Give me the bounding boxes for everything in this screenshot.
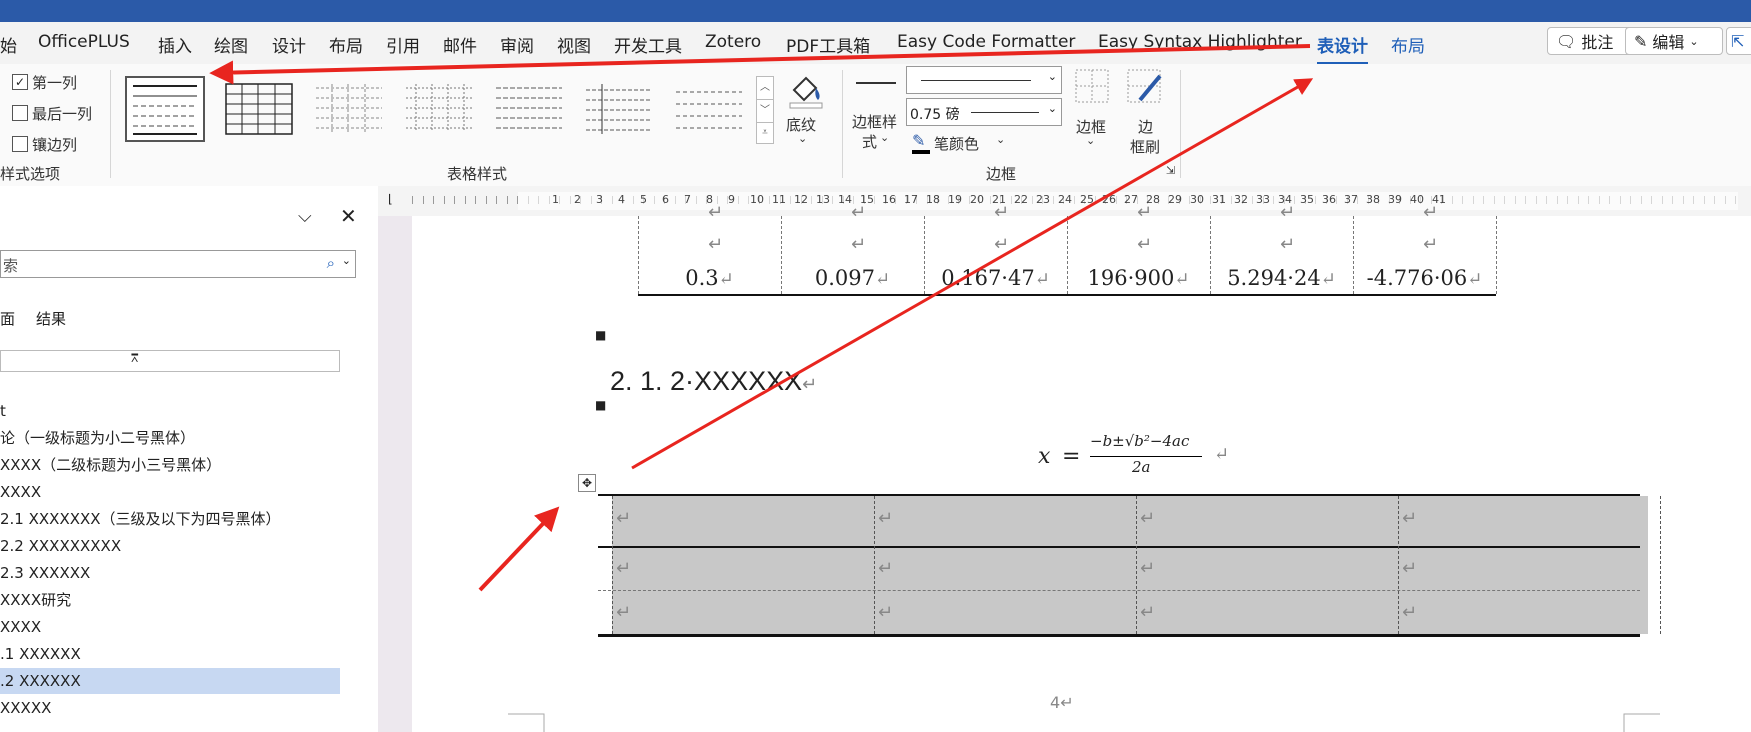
arrow-to-table-design-tab [631,78,1314,470]
arrow-to-table-handle [478,506,560,592]
arrow-to-table-style [209,44,1311,85]
annotation-arrows [209,44,1314,592]
